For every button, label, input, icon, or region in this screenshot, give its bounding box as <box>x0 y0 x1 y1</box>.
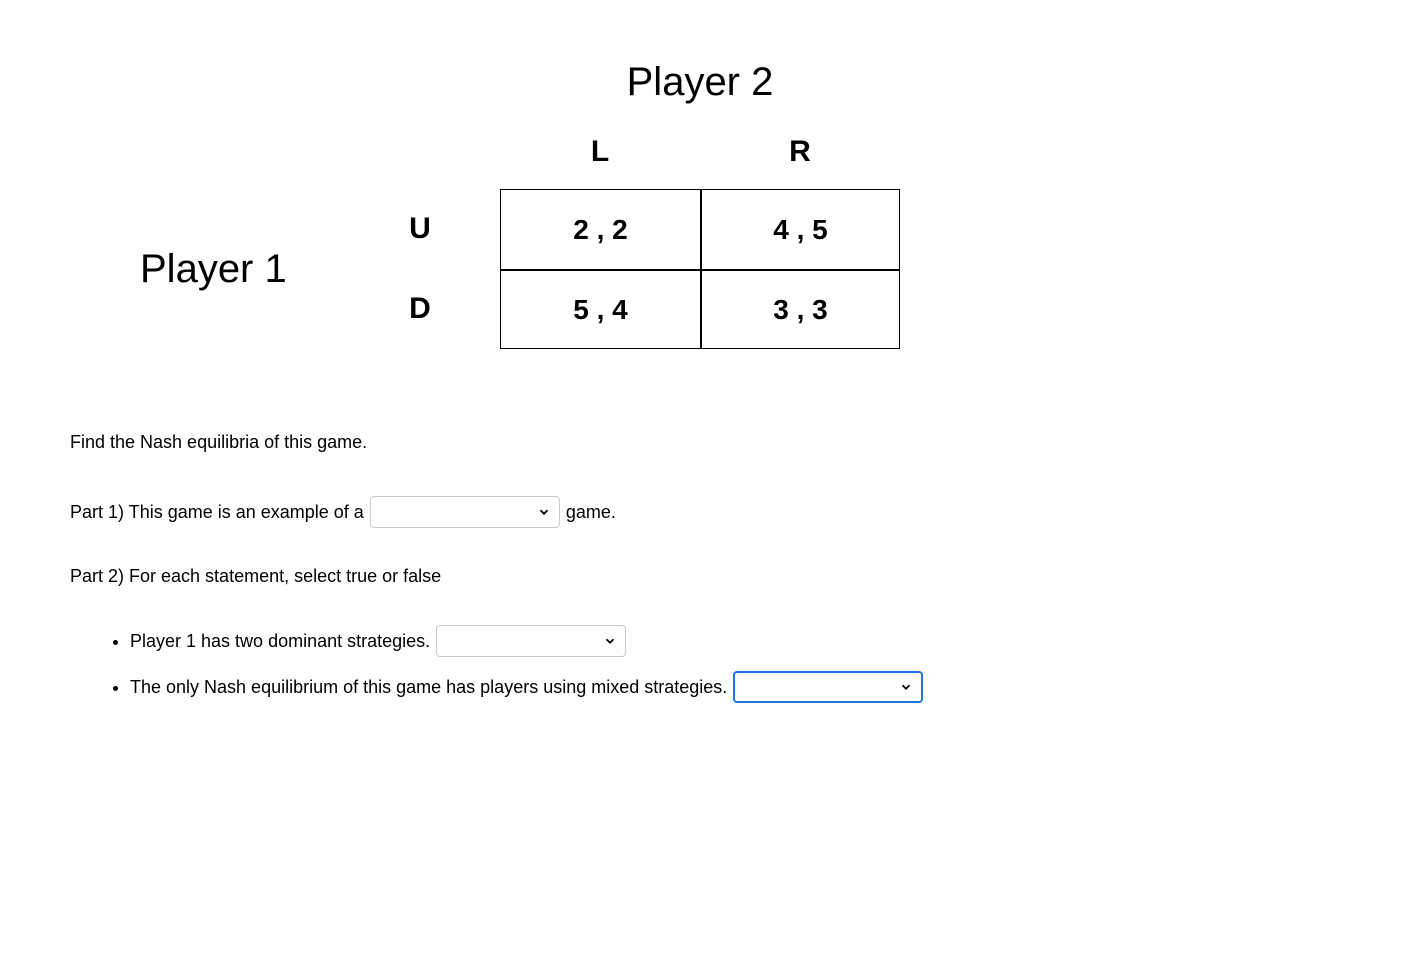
chevron-down-icon <box>603 634 617 648</box>
cell-UR: 4 , 5 <box>700 189 900 269</box>
col-header-R: R <box>700 135 900 169</box>
column-headers: L R <box>500 135 900 169</box>
cell-UL: 2 , 2 <box>500 189 700 269</box>
player1-label: Player 1 <box>140 247 340 292</box>
true-false-select-2[interactable] <box>733 671 923 703</box>
part1-suffix: game. <box>566 499 616 526</box>
true-false-select-1[interactable] <box>436 625 626 657</box>
question-section: Find the Nash equilibria of this game. P… <box>70 429 1348 703</box>
player2-label: Player 2 <box>500 60 900 105</box>
part1-prefix: Part 1) This game is an example of a <box>70 499 364 526</box>
statement-text: Player 1 has two dominant strategies. <box>130 628 430 655</box>
col-header-L: L <box>500 135 700 169</box>
chevron-down-icon <box>899 680 913 694</box>
statements-list: Player 1 has two dominant strategies. Th… <box>70 625 1348 703</box>
instruction-text: Find the Nash equilibria of this game. <box>70 429 1348 456</box>
cell-DL: 5 , 4 <box>500 269 700 349</box>
row-header-D: D <box>340 292 500 326</box>
chevron-down-icon <box>537 505 551 519</box>
statement-text: The only Nash equilibrium of this game h… <box>130 674 727 701</box>
cell-DR: 3 , 3 <box>700 269 900 349</box>
part2-header: Part 2) For each statement, select true … <box>70 563 1348 590</box>
list-item: Player 1 has two dominant strategies. <box>130 625 1348 657</box>
row-header-U: U <box>340 212 500 246</box>
part1-row: Part 1) This game is an example of a gam… <box>70 496 1348 528</box>
payoff-matrix: Player 2 L R Player 1 U 2 , 2 4 , 5 D 5 … <box>140 60 1348 349</box>
list-item: The only Nash equilibrium of this game h… <box>130 671 1348 703</box>
game-type-select[interactable] <box>370 496 560 528</box>
